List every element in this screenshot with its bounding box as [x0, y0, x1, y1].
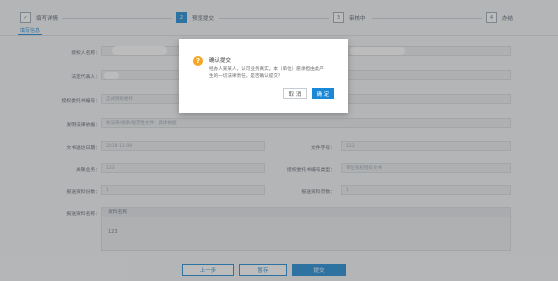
dialog-title: 确认提交: [209, 58, 232, 64]
dialog-message: 经办人某某人，认可业务真实。本（单位）愿承担由此产生的一切法律责任。是否确认提交…: [209, 67, 324, 79]
cancel-button[interactable]: 取 消: [283, 88, 307, 99]
confirm-dialog: ? 确认提交 经办人某某人，认可业务真实。本（单位）愿承担由此产生的一切法律责任…: [179, 39, 348, 113]
warning-icon: ?: [193, 56, 203, 66]
confirm-button[interactable]: 确 定: [312, 88, 334, 99]
